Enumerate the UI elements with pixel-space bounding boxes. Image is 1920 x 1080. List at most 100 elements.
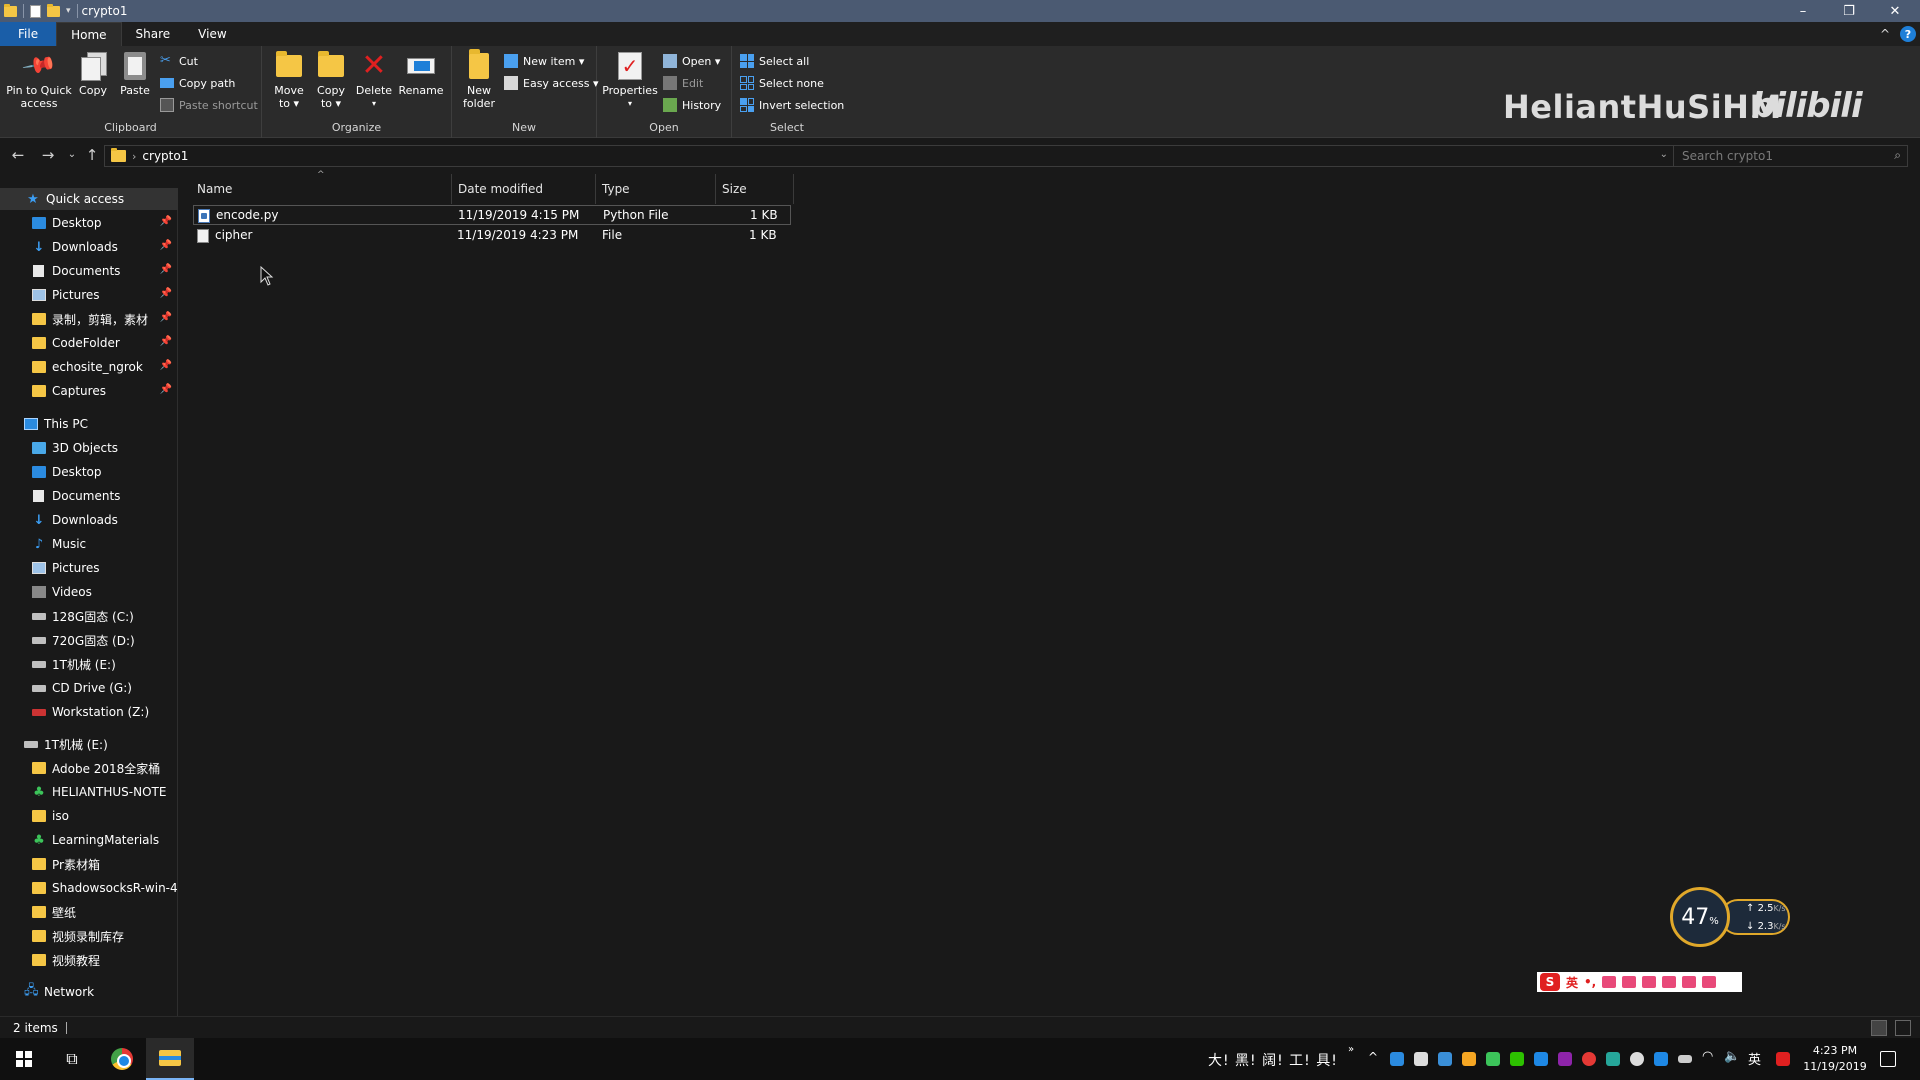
notification-center-icon[interactable]	[1880, 1051, 1896, 1067]
sidebar-item-1t-drive[interactable]: 1T机械 (E:)	[0, 733, 178, 755]
table-row[interactable]: cipher 11/19/2019 4:23 PM File 1 KB	[193, 226, 791, 246]
sidebar-item-pc-downloads[interactable]: ↓ Downloads	[0, 509, 178, 531]
toolbar-overflow-icon[interactable]: »	[1348, 1044, 1354, 1055]
select-all-button[interactable]: Select all	[740, 52, 809, 70]
keyboard-icon[interactable]	[1642, 976, 1657, 988]
sogou-tray-icon[interactable]	[1776, 1052, 1790, 1066]
ime-indicator[interactable]: 英	[1748, 1049, 1761, 1068]
column-header-size[interactable]: Size	[716, 174, 794, 204]
edit-button[interactable]: Edit	[663, 74, 703, 92]
tray-app-icon[interactable]	[1558, 1052, 1572, 1066]
chrome-taskbar-button[interactable]	[98, 1038, 146, 1080]
maximize-button[interactable]: ❐	[1826, 0, 1872, 22]
history-button[interactable]: History	[663, 96, 721, 114]
sidebar-item-downloads[interactable]: ↓ Downloads 📌	[0, 236, 178, 258]
copy-button[interactable]: Copy	[77, 50, 109, 97]
sidebar-item-this-pc[interactable]: This PC	[0, 413, 178, 435]
sidebar-item-drive-c[interactable]: 128G固态 (C:)	[0, 605, 178, 627]
sidebar-item-codefolder[interactable]: CodeFolder 📌	[0, 332, 178, 354]
new-item-button[interactable]: New item ▾	[504, 52, 584, 70]
sidebar-item-video-recording[interactable]: 视频录制库存	[0, 925, 178, 947]
copy-path-button[interactable]: Copy path	[160, 74, 235, 92]
help-icon[interactable]: ?	[1900, 26, 1916, 42]
sidebar-item-videos[interactable]: Videos	[0, 581, 178, 603]
cut-button[interactable]: ✂ Cut	[160, 52, 198, 70]
select-none-button[interactable]: Select none	[740, 74, 824, 92]
skin-icon[interactable]	[1682, 976, 1697, 988]
collapse-ribbon-icon[interactable]: ^	[1880, 27, 1890, 41]
network-speed-widget[interactable]: ↑ 2.5K/s ↓ 2.3K/s 47%	[1670, 887, 1790, 947]
new-folder-icon[interactable]	[47, 3, 60, 17]
tray-app-icon[interactable]	[1462, 1052, 1476, 1066]
sidebar-item-3d-objects[interactable]: 3D Objects	[0, 437, 178, 459]
battery-icon[interactable]	[1678, 1055, 1692, 1063]
emoji-icon[interactable]	[1602, 976, 1617, 988]
tray-app-icon[interactable]	[1486, 1052, 1500, 1066]
sidebar-item-drive-e[interactable]: 1T机械 (E:)	[0, 653, 178, 675]
volume-icon[interactable]: 🔈	[1724, 1049, 1740, 1064]
back-button[interactable]: ←	[8, 146, 28, 164]
new-folder-button[interactable]: New folder	[460, 49, 498, 110]
ime-toolbar[interactable]: S 英 •,	[1537, 972, 1742, 992]
minimize-button[interactable]: –	[1780, 0, 1826, 22]
close-button[interactable]: ✕	[1872, 0, 1918, 22]
tab-view[interactable]: View	[184, 22, 240, 46]
move-to-button[interactable]: Move to ▾	[272, 50, 306, 110]
tray-app-icon[interactable]	[1654, 1052, 1668, 1066]
column-header-name[interactable]: Name	[179, 174, 452, 204]
sidebar-item-adobe[interactable]: Adobe 2018全家桶	[0, 757, 178, 779]
tray-app-icon[interactable]	[1390, 1052, 1404, 1066]
sidebar-item-documents[interactable]: Documents 📌	[0, 260, 178, 282]
sidebar-item-drive-d[interactable]: 720G固态 (D:)	[0, 629, 178, 651]
toolbox-icon[interactable]	[1702, 976, 1717, 988]
sidebar-item-pr-assets[interactable]: Pr素材箱	[0, 853, 178, 875]
start-button[interactable]	[0, 1038, 48, 1080]
customize-qat-icon[interactable]: ▾	[66, 6, 71, 16]
explorer-taskbar-button[interactable]	[146, 1038, 194, 1080]
invert-selection-button[interactable]: Invert selection	[740, 96, 844, 114]
details-view-button[interactable]	[1871, 1020, 1887, 1036]
sidebar-item-iso[interactable]: iso	[0, 805, 178, 827]
sidebar-item-learningmaterials[interactable]: ♣ LearningMaterials	[0, 829, 178, 851]
sidebar-item-pc-desktop[interactable]: Desktop	[0, 461, 178, 483]
address-dropdown-icon[interactable]: ⌄	[1660, 149, 1668, 160]
paste-shortcut-button[interactable]: Paste shortcut	[160, 96, 258, 114]
clock[interactable]: 4:23 PM 11/19/2019	[1800, 1043, 1870, 1075]
microphone-icon[interactable]	[1414, 1052, 1428, 1066]
show-hidden-icons-icon[interactable]: ^	[1368, 1050, 1378, 1064]
tab-file[interactable]: File	[0, 22, 57, 46]
pin-to-quick-access-button[interactable]: 📌 Pin to Quick access	[6, 47, 72, 110]
rename-button[interactable]: Rename	[398, 50, 444, 97]
sidebar-item-helianthus-note[interactable]: ♣ HELIANTHUS-NOTE	[0, 781, 178, 803]
voice-icon[interactable]	[1622, 976, 1637, 988]
easy-access-button[interactable]: Easy access ▾	[504, 74, 599, 92]
tray-app-icon[interactable]	[1606, 1052, 1620, 1066]
sidebar-item-music[interactable]: ♪ Music	[0, 533, 178, 555]
tray-app-icon[interactable]	[1582, 1052, 1596, 1066]
sidebar-item-drive-z[interactable]: Workstation (Z:)	[0, 701, 178, 723]
copy-to-button[interactable]: Copy to ▾	[314, 50, 348, 110]
large-icons-view-button[interactable]	[1895, 1020, 1911, 1036]
delete-button[interactable]: ✕ Delete ▾	[356, 50, 392, 110]
table-row[interactable]: encode.py 11/19/2019 4:15 PM Python File…	[193, 205, 791, 225]
recent-locations-button[interactable]: ⌄	[62, 149, 82, 160]
address-bar[interactable]: › crypto1 ⌄ ↻	[104, 145, 1695, 167]
ime-language[interactable]: 英	[1566, 974, 1578, 991]
forward-button[interactable]: →	[38, 146, 58, 164]
wifi-icon[interactable]: ◠	[1702, 1049, 1713, 1064]
wechat-icon[interactable]	[1510, 1052, 1524, 1066]
sidebar-item-desktop[interactable]: Desktop 📌	[0, 212, 178, 234]
breadcrumb-crypto1[interactable]: crypto1	[142, 149, 188, 163]
tab-home[interactable]: Home	[56, 22, 122, 46]
properties-button[interactable]: ✓ Properties ▾	[602, 50, 658, 110]
punctuation-icon[interactable]: •,	[1584, 975, 1596, 989]
tray-app-icon[interactable]	[1438, 1052, 1452, 1066]
column-header-date-modified[interactable]: Date modified	[452, 174, 596, 204]
sidebar-item-video-tutorials[interactable]: 视频教程	[0, 949, 178, 971]
column-header-type[interactable]: Type	[596, 174, 716, 204]
up-button[interactable]: ↑	[82, 146, 102, 164]
sidebar-item-pc-documents[interactable]: Documents	[0, 485, 178, 507]
sidebar-item-echosite-ngrok[interactable]: echosite_ngrok 📌	[0, 356, 178, 378]
sidebar-item-captures[interactable]: Captures 📌	[0, 380, 178, 402]
tray-app-icon[interactable]	[1534, 1052, 1548, 1066]
